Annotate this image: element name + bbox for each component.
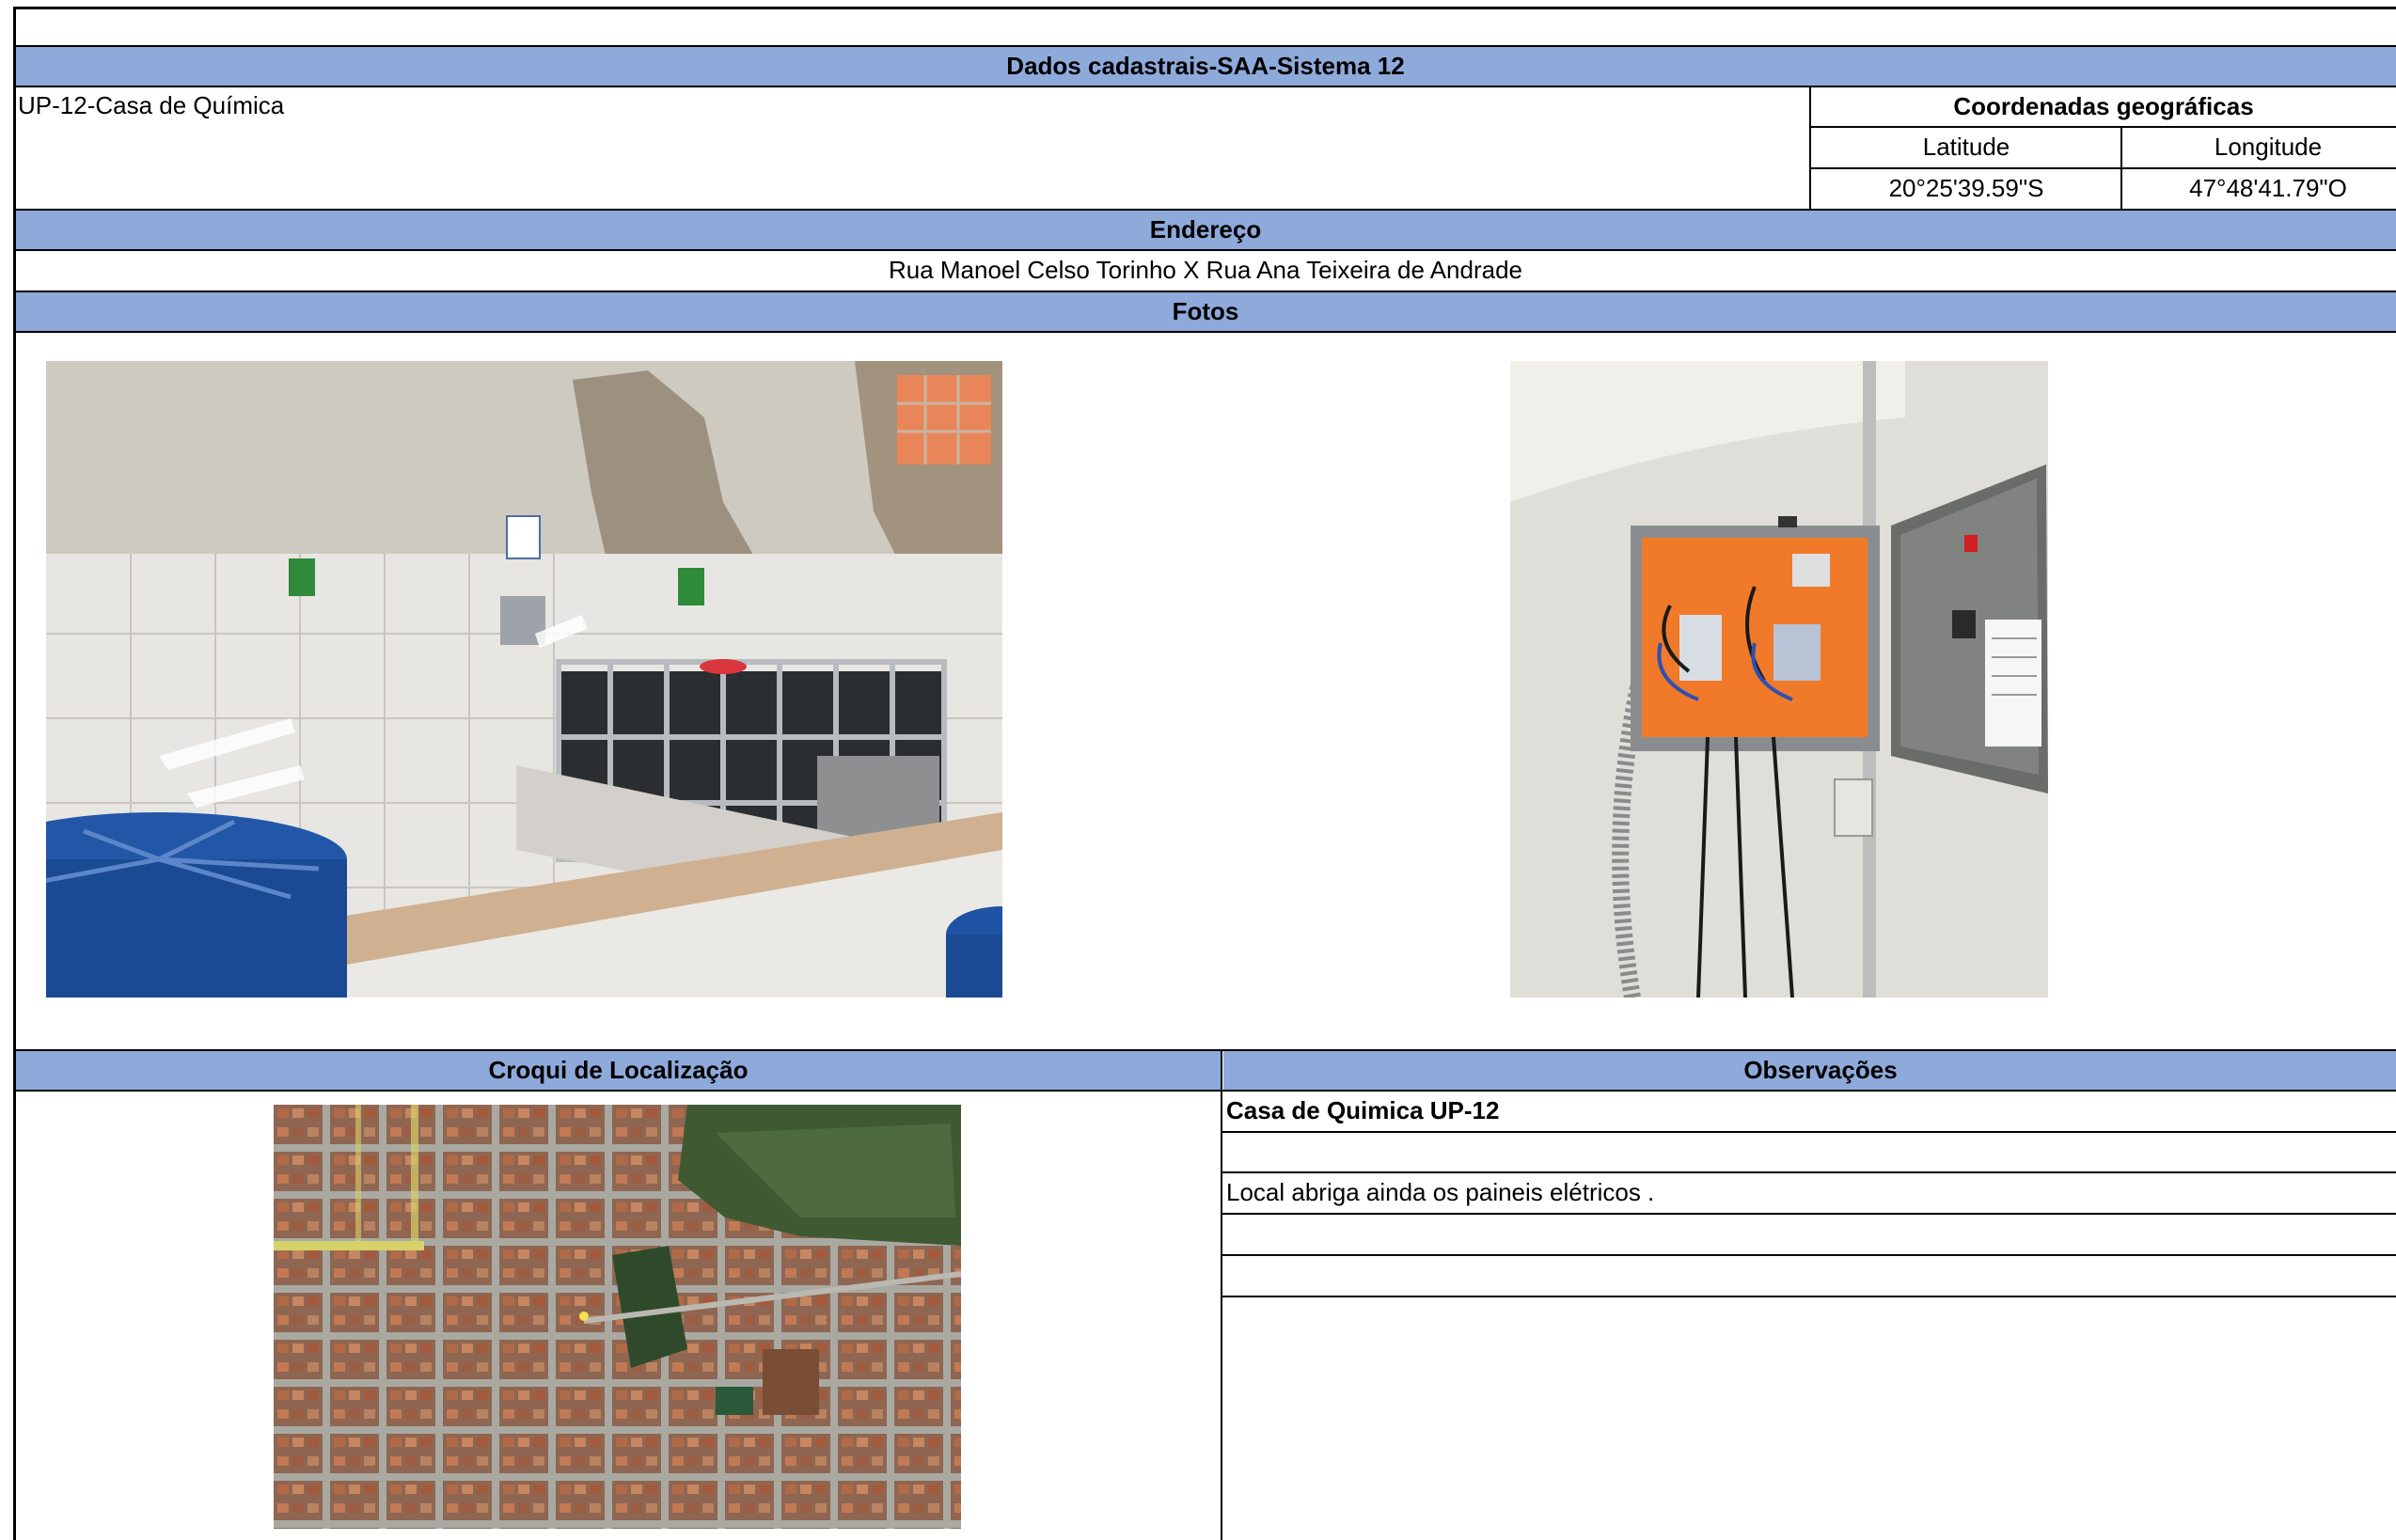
address-value: Rua Manoel Celso Torinho X Rua Ana Teixe… bbox=[888, 255, 1523, 284]
location-map bbox=[274, 1105, 961, 1529]
latitude-label: Latitude bbox=[1922, 132, 2010, 161]
sheet-title: Dados cadastrais-SAA-Sistema 12 bbox=[15, 46, 2396, 86]
unit-name: UP-12-Casa de Química bbox=[18, 90, 285, 119]
photos-header: Fotos bbox=[15, 291, 2396, 331]
observation-line-1: Casa de Quimica UP-12 bbox=[1226, 1095, 1500, 1124]
map-header: Croqui de Localização bbox=[15, 1050, 1222, 1090]
observation-line-3: Local abriga ainda os paineis elétricos … bbox=[1226, 1177, 1655, 1206]
photo-electrical-panel bbox=[1510, 361, 2048, 998]
address-header: Endereço bbox=[15, 210, 2396, 249]
latitude-value: 20°25'39.59"S bbox=[1888, 173, 2044, 202]
longitude-label: Longitude bbox=[2214, 132, 2323, 161]
coords-header: Coordenadas geográficas bbox=[1953, 91, 2254, 120]
observations-header: Observações bbox=[1223, 1050, 2396, 1090]
photo-chemical-room bbox=[46, 361, 1002, 998]
longitude-value: 47°48'41.79"O bbox=[2189, 173, 2347, 202]
